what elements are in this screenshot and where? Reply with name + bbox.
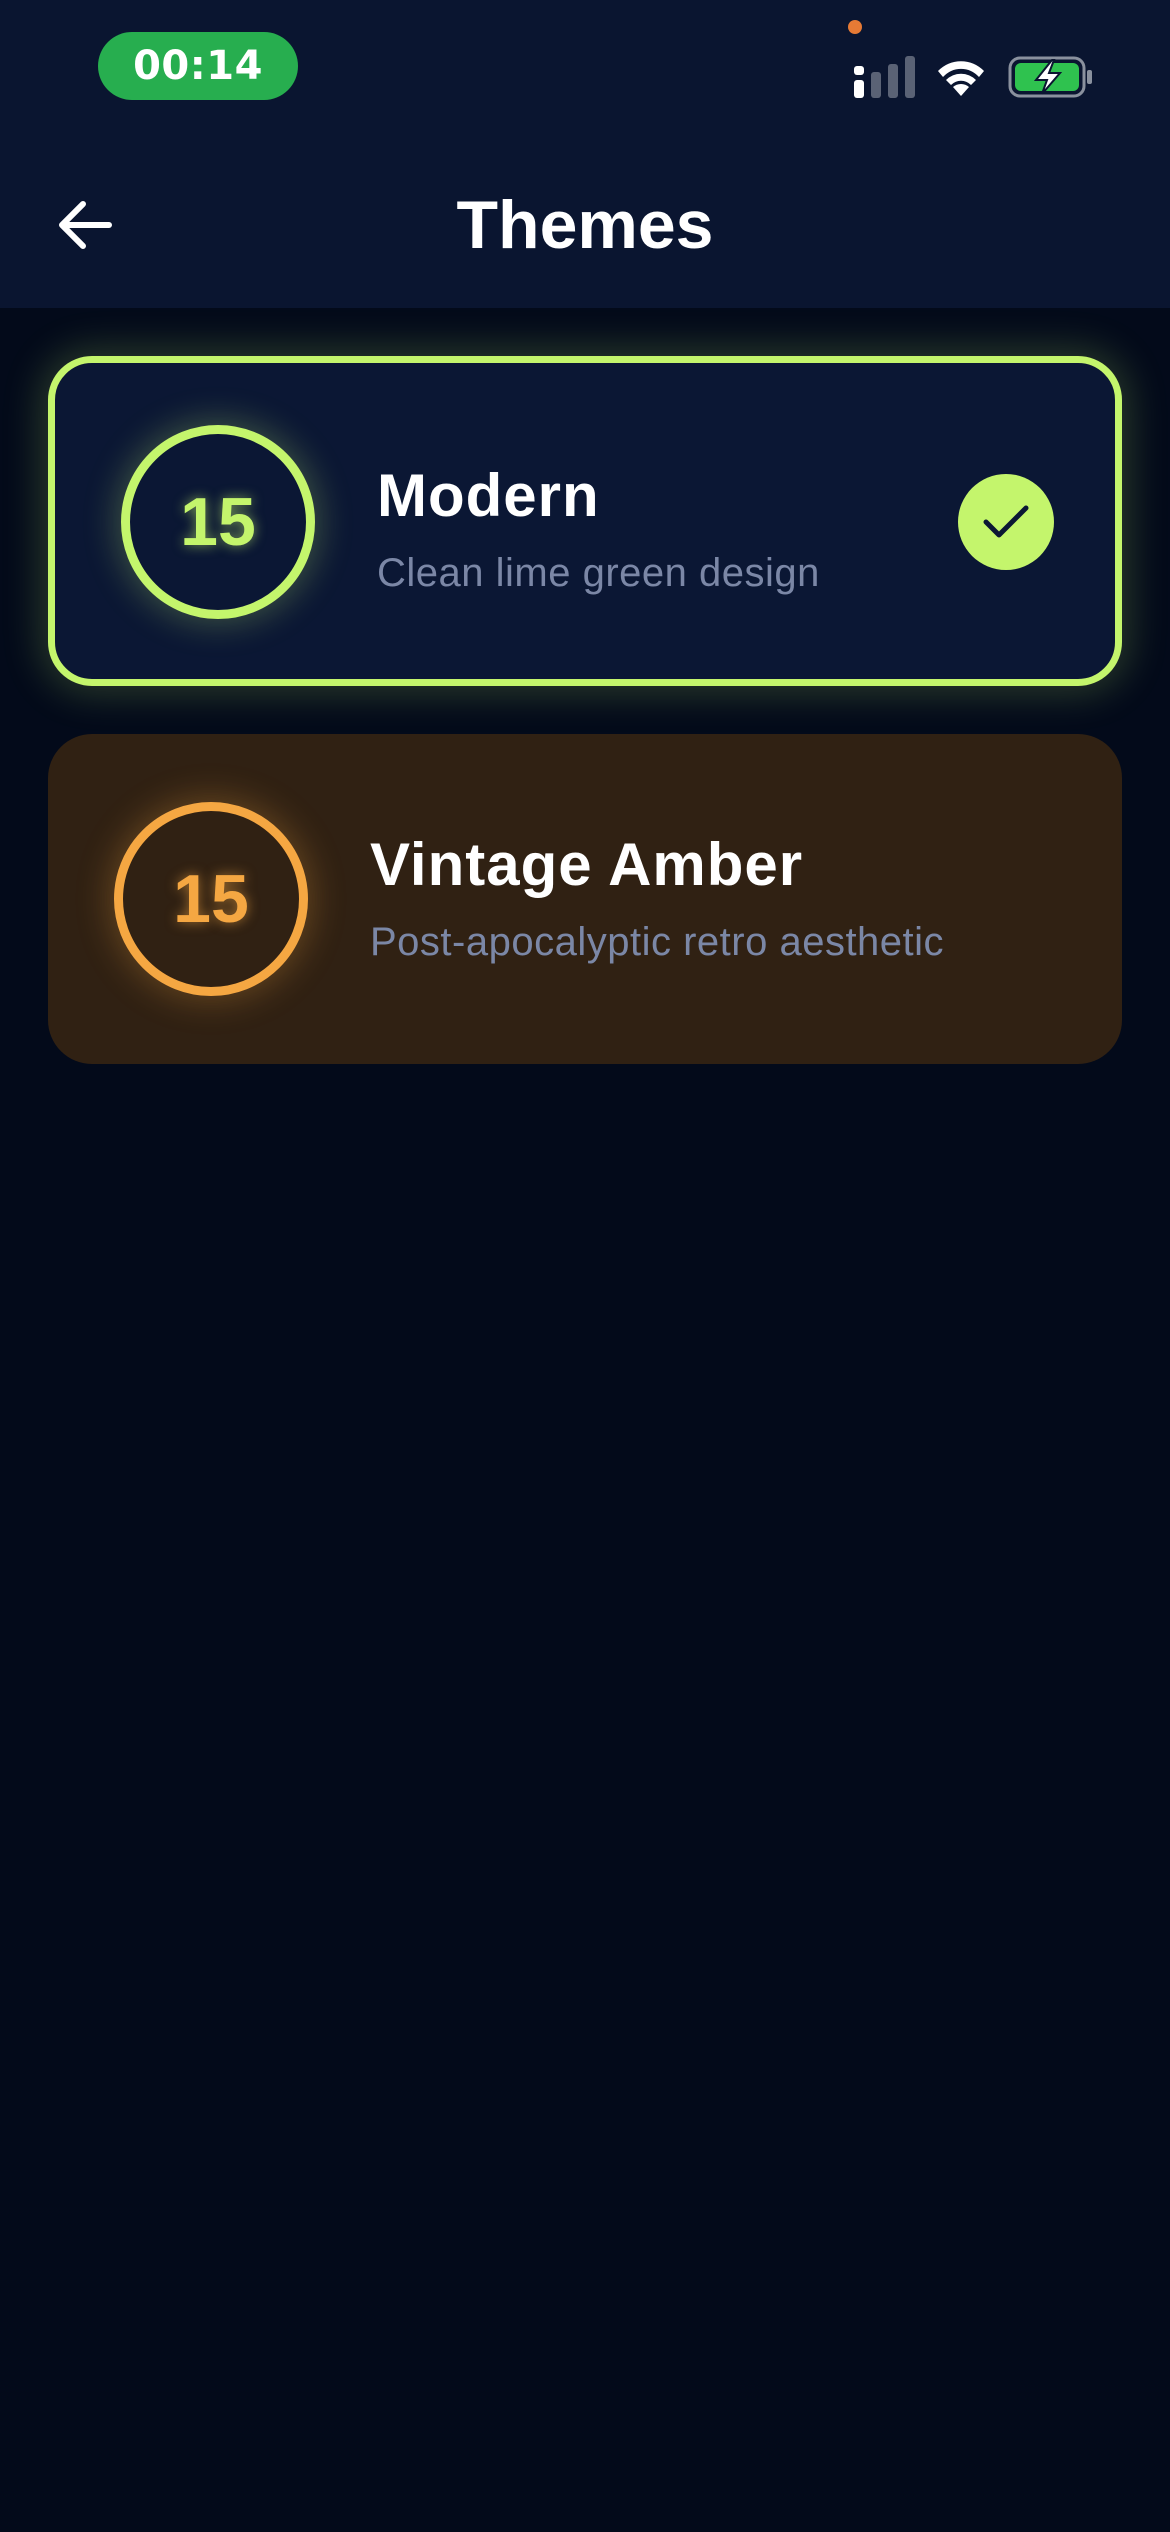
checkmark-icon [983,505,1029,538]
cellular-signal-icon [854,56,915,98]
battery-charging-icon [1008,56,1092,98]
theme-description: Post-apocalyptic retro aesthetic [370,920,945,964]
status-time: 00:14 [98,32,298,100]
themes-screen: 00:14 Themes 15 Modern Clean lime green … [0,0,1170,2532]
page-title: Themes [456,187,714,263]
theme-name: Vintage Amber [370,831,804,898]
selected-check-badge [958,474,1054,570]
status-time-label: 00:14 [133,43,263,89]
wifi-icon [938,61,984,96]
theme-name: Modern [377,462,600,529]
theme-description: Clean lime green design [377,551,820,595]
top-bar: 00:14 Themes [0,0,1170,308]
theme-badge: 15 [114,802,308,996]
theme-card-vintage-amber[interactable]: 15 Vintage Amber Post-apocalyptic retro … [48,734,1122,1064]
theme-badge: 15 [121,425,315,619]
privacy-indicator-dot [848,20,862,34]
theme-card-modern[interactable]: 15 Modern Clean lime green design [48,356,1122,686]
